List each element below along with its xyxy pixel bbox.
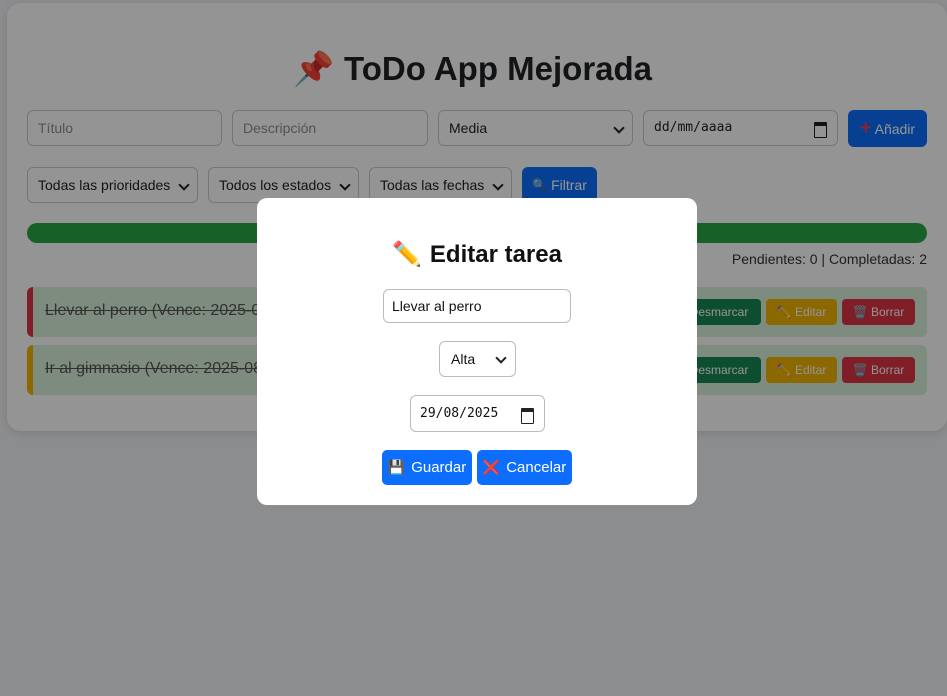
save-button-label: Guardar [411, 459, 467, 476]
modal-title-text: Editar tarea [429, 241, 562, 268]
cross-mark-icon: ❌ [482, 459, 501, 475]
save-button[interactable]: 💾 Guardar [382, 450, 472, 485]
cancel-button-label: Cancelar [506, 459, 567, 476]
edit-priority-select[interactable]: Alta [439, 341, 516, 377]
calendar-icon [521, 408, 534, 424]
pencil-icon: ✏️ [392, 241, 422, 268]
edit-task-input[interactable]: Llevar al perro [383, 289, 571, 323]
modal-title: ✏️ Editar tarea [257, 240, 697, 269]
edit-task-modal: ✏️ Editar tarea Llevar al perro Alta 29/0… [257, 198, 697, 505]
edit-date-input[interactable]: 29/08/2025 [410, 395, 545, 432]
edit-date-value: 29/08/2025 [420, 406, 499, 421]
floppy-disk-icon: 💾 [387, 459, 406, 475]
chevron-down-icon [495, 352, 507, 364]
cancel-button[interactable]: ❌ Cancelar [477, 450, 572, 485]
edit-priority-value: Alta [451, 351, 476, 367]
